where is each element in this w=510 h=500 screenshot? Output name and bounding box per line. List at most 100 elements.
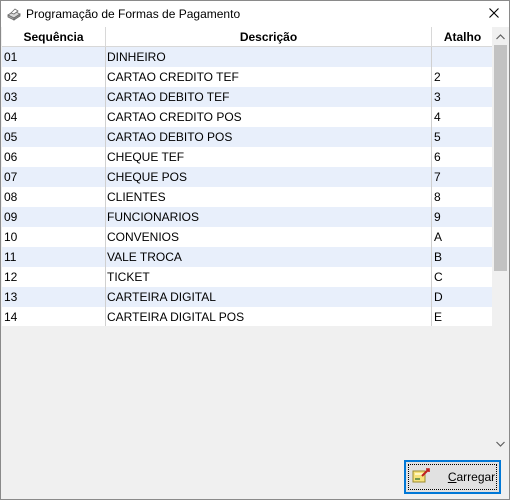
- column-header-sequence[interactable]: Sequência: [2, 27, 105, 47]
- cell-divider: [105, 147, 106, 167]
- cell-divider: [105, 287, 106, 307]
- table-row[interactable]: 03 CARTAO DEBITO TEF 3: [2, 87, 493, 107]
- table-row[interactable]: 12 TICKET C: [2, 267, 493, 287]
- cell-sequence: 11: [4, 250, 17, 264]
- cell-shortcut: 5: [434, 130, 441, 144]
- cell-sequence: 13: [4, 290, 18, 304]
- cell-divider: [105, 267, 106, 287]
- cell-description: CARTEIRA DIGITAL: [107, 290, 216, 304]
- cell-sequence: 14: [4, 310, 18, 324]
- cell-divider: [431, 227, 432, 247]
- cell-divider: [431, 307, 432, 326]
- cell-divider: [431, 267, 432, 287]
- main-window: Programação de Formas de Pagamento Sequê…: [0, 0, 510, 500]
- cell-divider: [105, 227, 106, 247]
- table-row[interactable]: 14 CARTEIRA DIGITAL POS E: [2, 307, 493, 326]
- cell-shortcut: 9: [434, 210, 441, 224]
- cell-divider: [431, 167, 432, 187]
- cell-shortcut: 8: [434, 190, 441, 204]
- table-row[interactable]: 07 CHEQUE POS 7: [2, 167, 493, 187]
- cell-description: CARTAO CREDITO TEF: [107, 70, 239, 84]
- cell-shortcut: C: [434, 270, 443, 284]
- cell-divider: [105, 207, 106, 227]
- cell-description: CARTEIRA DIGITAL POS: [107, 310, 245, 324]
- scroll-thumb[interactable]: [494, 45, 507, 271]
- cell-shortcut: 2: [434, 70, 441, 84]
- cell-shortcut: 6: [434, 150, 441, 164]
- table-row[interactable]: 09 FUNCIONARIOS 9: [2, 207, 493, 227]
- column-header-shortcut[interactable]: Atalho: [432, 27, 493, 47]
- cell-divider: [431, 47, 432, 67]
- cell-description: CARTAO CREDITO POS: [107, 110, 242, 124]
- chevron-down-icon: [496, 436, 505, 450]
- cell-divider: [431, 107, 432, 127]
- cell-description: DINHEIRO: [107, 50, 166, 64]
- cell-divider: [431, 287, 432, 307]
- chevron-up-icon: [496, 29, 505, 43]
- table-row[interactable]: 04 CARTAO CREDITO POS 4: [2, 107, 493, 127]
- table-row[interactable]: 10 CONVENIOS A: [2, 227, 493, 247]
- scroll-up-button[interactable]: [492, 27, 509, 44]
- cell-description: CONVENIOS: [107, 230, 180, 244]
- close-icon: [489, 7, 499, 21]
- cell-description: CLIENTES: [107, 190, 166, 204]
- cell-divider: [105, 187, 106, 207]
- load-button[interactable]: Carregar: [404, 460, 501, 494]
- cell-description: CHEQUE POS: [107, 170, 188, 184]
- table-row[interactable]: 05 CARTAO DEBITO POS 5: [2, 127, 493, 147]
- cell-description: CHEQUE TEF: [107, 150, 185, 164]
- cell-sequence: 12: [4, 270, 18, 284]
- cell-shortcut: 3: [434, 90, 441, 104]
- cell-sequence: 09: [4, 210, 18, 224]
- cell-divider: [105, 107, 106, 127]
- cell-sequence: 02: [4, 70, 18, 84]
- close-button[interactable]: [479, 1, 509, 27]
- cell-sequence: 06: [4, 150, 18, 164]
- grid-empty-area: [2, 326, 492, 451]
- table-row[interactable]: 01 DINHEIRO: [2, 47, 493, 67]
- printer-icon: [6, 6, 22, 22]
- cell-divider: [105, 307, 106, 326]
- load-icon: [412, 467, 432, 488]
- load-button-label: Carregar: [447, 470, 496, 484]
- table-row[interactable]: 08 CLIENTES 8: [2, 187, 493, 207]
- scroll-down-button[interactable]: [492, 434, 509, 451]
- window-title: Programação de Formas de Pagamento: [26, 7, 241, 21]
- cell-description: VALE TROCA: [107, 250, 182, 264]
- cell-sequence: 08: [4, 190, 18, 204]
- cell-sequence: 07: [4, 170, 18, 184]
- cell-shortcut: D: [434, 290, 443, 304]
- cell-sequence: 04: [4, 110, 18, 124]
- cell-shortcut: E: [434, 310, 443, 324]
- cell-divider: [105, 167, 106, 187]
- cell-sequence: 01: [4, 50, 18, 64]
- cell-description: TICKET: [107, 270, 150, 284]
- cell-divider: [431, 147, 432, 167]
- column-header-description[interactable]: Descrição: [106, 27, 431, 47]
- title-bar: Programação de Formas de Pagamento: [1, 1, 509, 27]
- table-row[interactable]: 11 VALE TROCA B: [2, 247, 493, 267]
- cell-description: CARTAO DEBITO POS: [107, 130, 233, 144]
- cell-divider: [105, 127, 106, 147]
- cell-divider: [431, 127, 432, 147]
- cell-sequence: 10: [4, 230, 18, 244]
- cell-divider: [431, 67, 432, 87]
- cell-divider: [105, 47, 106, 67]
- grid-header: Sequência Descrição Atalho: [2, 27, 493, 47]
- payment-methods-grid[interactable]: Sequência Descrição Atalho 01 DINHEIRO 0…: [2, 27, 508, 326]
- cell-divider: [105, 87, 106, 107]
- table-row[interactable]: 13 CARTEIRA DIGITAL D: [2, 287, 493, 307]
- cell-divider: [431, 87, 432, 107]
- cell-shortcut: 7: [434, 170, 441, 184]
- vertical-scrollbar[interactable]: [492, 27, 509, 451]
- cell-divider: [431, 207, 432, 227]
- cell-description: FUNCIONARIOS: [107, 210, 200, 224]
- cell-sequence: 05: [4, 130, 18, 144]
- cell-shortcut: 4: [434, 110, 441, 124]
- cell-divider: [431, 247, 432, 267]
- cell-divider: [431, 187, 432, 207]
- cell-divider: [105, 247, 106, 267]
- table-row[interactable]: 06 CHEQUE TEF 6: [2, 147, 493, 167]
- cell-shortcut: B: [434, 250, 443, 264]
- table-row[interactable]: 02 CARTAO CREDITO TEF 2: [2, 67, 493, 87]
